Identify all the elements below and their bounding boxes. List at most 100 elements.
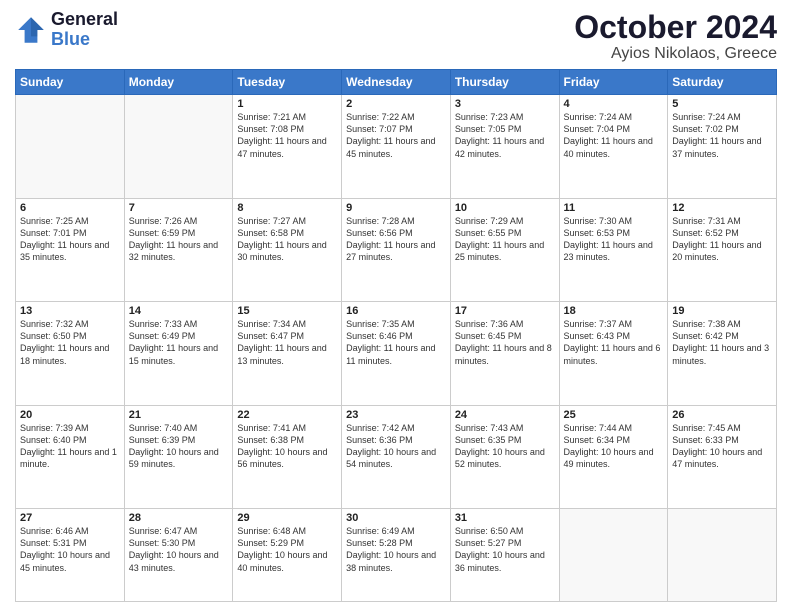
day-info: Sunrise: 7:44 AMSunset: 6:34 PMDaylight:… [564, 422, 664, 471]
day-number: 3 [455, 98, 555, 110]
table-row [559, 509, 668, 602]
day-number: 9 [346, 202, 446, 214]
day-info: Sunrise: 7:28 AMSunset: 6:56 PMDaylight:… [346, 215, 446, 264]
table-row [16, 95, 125, 198]
table-row: 30Sunrise: 6:49 AMSunset: 5:28 PMDayligh… [342, 509, 451, 602]
table-row: 26Sunrise: 7:45 AMSunset: 6:33 PMDayligh… [668, 405, 777, 508]
col-tuesday: Tuesday [233, 70, 342, 95]
day-number: 31 [455, 512, 555, 524]
table-row: 11Sunrise: 7:30 AMSunset: 6:53 PMDayligh… [559, 198, 668, 301]
day-info: Sunrise: 7:22 AMSunset: 7:07 PMDaylight:… [346, 111, 446, 160]
day-info: Sunrise: 7:41 AMSunset: 6:38 PMDaylight:… [237, 422, 337, 471]
day-info: Sunrise: 6:48 AMSunset: 5:29 PMDaylight:… [237, 525, 337, 574]
table-row: 17Sunrise: 7:36 AMSunset: 6:45 PMDayligh… [450, 302, 559, 405]
table-row: 10Sunrise: 7:29 AMSunset: 6:55 PMDayligh… [450, 198, 559, 301]
day-info: Sunrise: 7:26 AMSunset: 6:59 PMDaylight:… [129, 215, 229, 264]
day-info: Sunrise: 7:45 AMSunset: 6:33 PMDaylight:… [672, 422, 772, 471]
table-row: 23Sunrise: 7:42 AMSunset: 6:36 PMDayligh… [342, 405, 451, 508]
col-friday: Friday [559, 70, 668, 95]
table-row: 5Sunrise: 7:24 AMSunset: 7:02 PMDaylight… [668, 95, 777, 198]
day-info: Sunrise: 7:23 AMSunset: 7:05 PMDaylight:… [455, 111, 555, 160]
day-number: 5 [672, 98, 772, 110]
calendar-header-row: Sunday Monday Tuesday Wednesday Thursday… [16, 70, 777, 95]
day-info: Sunrise: 6:47 AMSunset: 5:30 PMDaylight:… [129, 525, 229, 574]
logo-line2: Blue [51, 30, 118, 50]
day-number: 16 [346, 305, 446, 317]
day-number: 1 [237, 98, 337, 110]
day-number: 19 [672, 305, 772, 317]
logo-text: General Blue [51, 10, 118, 50]
table-row: 19Sunrise: 7:38 AMSunset: 6:42 PMDayligh… [668, 302, 777, 405]
calendar-subtitle: Ayios Nikolaos, Greece [574, 45, 777, 63]
table-row: 27Sunrise: 6:46 AMSunset: 5:31 PMDayligh… [16, 509, 125, 602]
day-info: Sunrise: 7:30 AMSunset: 6:53 PMDaylight:… [564, 215, 664, 264]
day-number: 23 [346, 409, 446, 421]
table-row: 25Sunrise: 7:44 AMSunset: 6:34 PMDayligh… [559, 405, 668, 508]
day-info: Sunrise: 7:40 AMSunset: 6:39 PMDaylight:… [129, 422, 229, 471]
table-row: 7Sunrise: 7:26 AMSunset: 6:59 PMDaylight… [124, 198, 233, 301]
day-info: Sunrise: 7:35 AMSunset: 6:46 PMDaylight:… [346, 318, 446, 367]
day-info: Sunrise: 7:42 AMSunset: 6:36 PMDaylight:… [346, 422, 446, 471]
table-row: 2Sunrise: 7:22 AMSunset: 7:07 PMDaylight… [342, 95, 451, 198]
day-info: Sunrise: 7:29 AMSunset: 6:55 PMDaylight:… [455, 215, 555, 264]
day-number: 12 [672, 202, 772, 214]
day-number: 8 [237, 202, 337, 214]
col-sunday: Sunday [16, 70, 125, 95]
table-row: 3Sunrise: 7:23 AMSunset: 7:05 PMDaylight… [450, 95, 559, 198]
table-row: 9Sunrise: 7:28 AMSunset: 6:56 PMDaylight… [342, 198, 451, 301]
week-row-3: 13Sunrise: 7:32 AMSunset: 6:50 PMDayligh… [16, 302, 777, 405]
day-number: 29 [237, 512, 337, 524]
table-row: 13Sunrise: 7:32 AMSunset: 6:50 PMDayligh… [16, 302, 125, 405]
day-number: 17 [455, 305, 555, 317]
table-row: 6Sunrise: 7:25 AMSunset: 7:01 PMDaylight… [16, 198, 125, 301]
table-row: 14Sunrise: 7:33 AMSunset: 6:49 PMDayligh… [124, 302, 233, 405]
day-info: Sunrise: 7:24 AMSunset: 7:02 PMDaylight:… [672, 111, 772, 160]
table-row: 1Sunrise: 7:21 AMSunset: 7:08 PMDaylight… [233, 95, 342, 198]
table-row: 21Sunrise: 7:40 AMSunset: 6:39 PMDayligh… [124, 405, 233, 508]
calendar-table: Sunday Monday Tuesday Wednesday Thursday… [15, 69, 777, 602]
day-number: 22 [237, 409, 337, 421]
day-info: Sunrise: 7:25 AMSunset: 7:01 PMDaylight:… [20, 215, 120, 264]
table-row: 12Sunrise: 7:31 AMSunset: 6:52 PMDayligh… [668, 198, 777, 301]
week-row-4: 20Sunrise: 7:39 AMSunset: 6:40 PMDayligh… [16, 405, 777, 508]
day-number: 28 [129, 512, 229, 524]
day-number: 27 [20, 512, 120, 524]
table-row: 20Sunrise: 7:39 AMSunset: 6:40 PMDayligh… [16, 405, 125, 508]
table-row: 4Sunrise: 7:24 AMSunset: 7:04 PMDaylight… [559, 95, 668, 198]
day-number: 2 [346, 98, 446, 110]
day-number: 26 [672, 409, 772, 421]
day-number: 6 [20, 202, 120, 214]
table-row [124, 95, 233, 198]
day-number: 20 [20, 409, 120, 421]
table-row [668, 509, 777, 602]
table-row: 15Sunrise: 7:34 AMSunset: 6:47 PMDayligh… [233, 302, 342, 405]
day-number: 30 [346, 512, 446, 524]
day-info: Sunrise: 7:31 AMSunset: 6:52 PMDaylight:… [672, 215, 772, 264]
day-number: 25 [564, 409, 664, 421]
day-info: Sunrise: 7:24 AMSunset: 7:04 PMDaylight:… [564, 111, 664, 160]
logo-icon [15, 14, 47, 46]
day-info: Sunrise: 7:33 AMSunset: 6:49 PMDaylight:… [129, 318, 229, 367]
logo-line1: General [51, 10, 118, 30]
col-wednesday: Wednesday [342, 70, 451, 95]
col-thursday: Thursday [450, 70, 559, 95]
day-info: Sunrise: 7:37 AMSunset: 6:43 PMDaylight:… [564, 318, 664, 367]
table-row: 24Sunrise: 7:43 AMSunset: 6:35 PMDayligh… [450, 405, 559, 508]
day-number: 14 [129, 305, 229, 317]
day-number: 13 [20, 305, 120, 317]
title-block: October 2024 Ayios Nikolaos, Greece [574, 10, 777, 63]
day-info: Sunrise: 6:46 AMSunset: 5:31 PMDaylight:… [20, 525, 120, 574]
day-number: 7 [129, 202, 229, 214]
day-info: Sunrise: 7:43 AMSunset: 6:35 PMDaylight:… [455, 422, 555, 471]
day-info: Sunrise: 7:32 AMSunset: 6:50 PMDaylight:… [20, 318, 120, 367]
day-number: 18 [564, 305, 664, 317]
table-row: 31Sunrise: 6:50 AMSunset: 5:27 PMDayligh… [450, 509, 559, 602]
day-info: Sunrise: 6:50 AMSunset: 5:27 PMDaylight:… [455, 525, 555, 574]
day-number: 15 [237, 305, 337, 317]
day-info: Sunrise: 7:39 AMSunset: 6:40 PMDaylight:… [20, 422, 120, 471]
col-monday: Monday [124, 70, 233, 95]
calendar-title: October 2024 [574, 10, 777, 45]
day-info: Sunrise: 7:38 AMSunset: 6:42 PMDaylight:… [672, 318, 772, 367]
day-info: Sunrise: 7:36 AMSunset: 6:45 PMDaylight:… [455, 318, 555, 367]
day-info: Sunrise: 7:21 AMSunset: 7:08 PMDaylight:… [237, 111, 337, 160]
